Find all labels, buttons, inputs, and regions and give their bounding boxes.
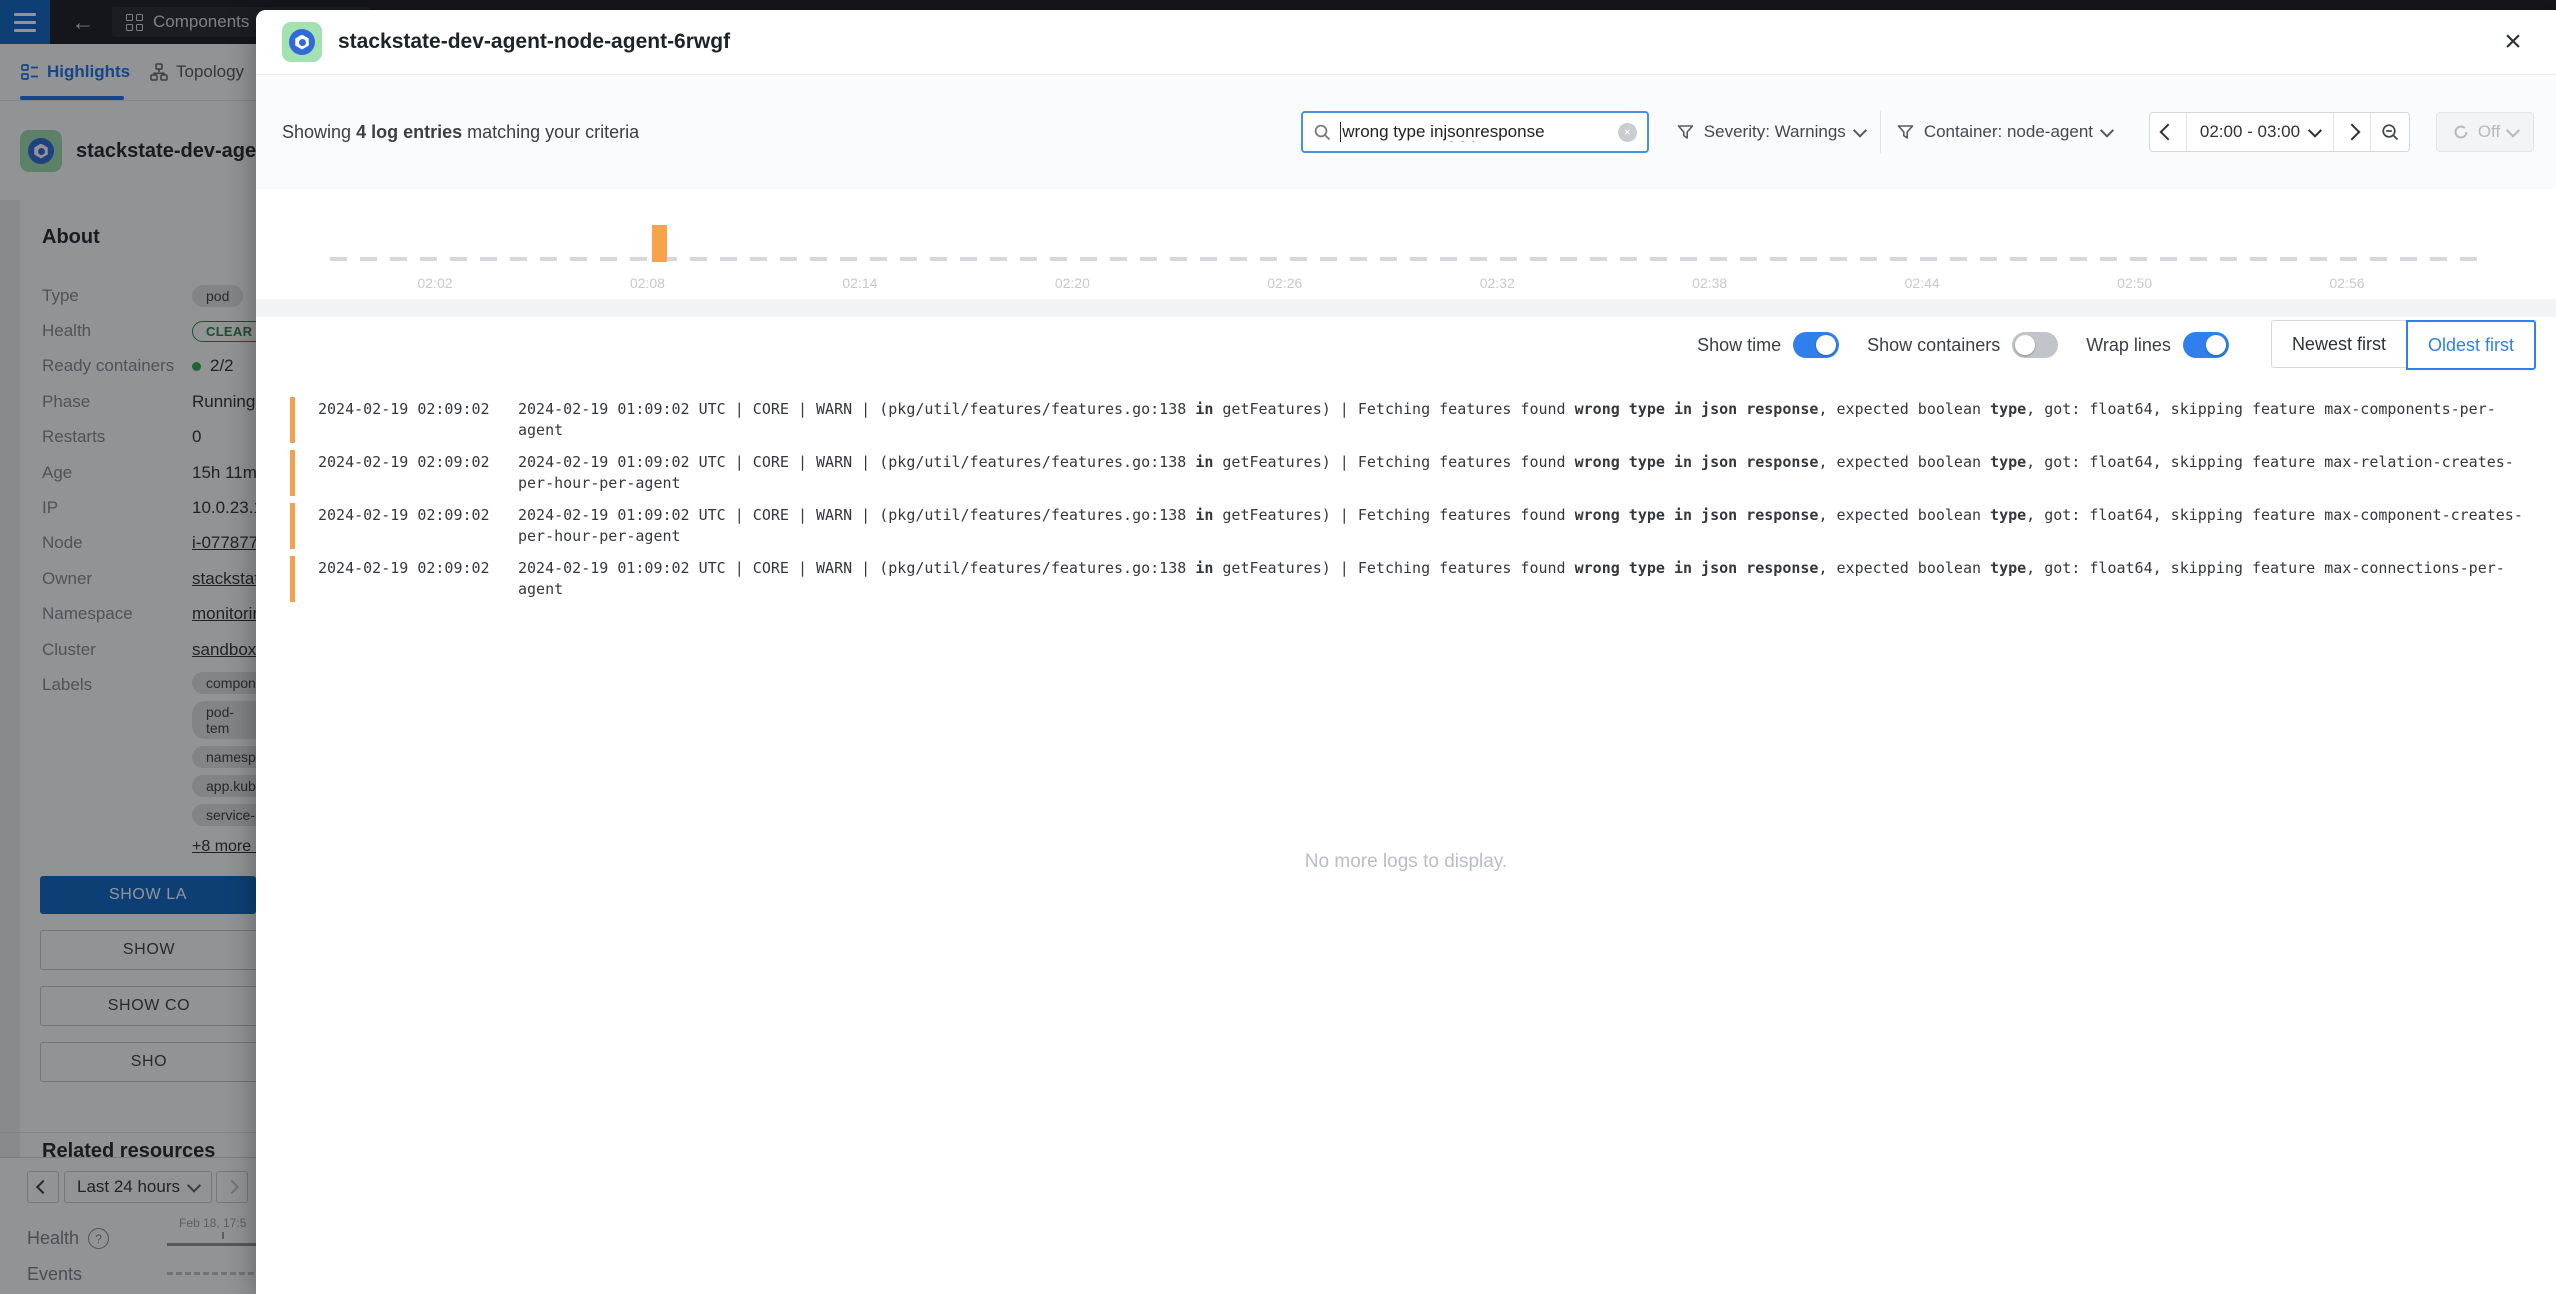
oldest-first-button[interactable]: Oldest first: [2406, 320, 2536, 370]
toggle-label: Wrap lines: [2086, 335, 2171, 356]
toggle-group: Show time Show containers Wrap lines: [1697, 332, 2257, 358]
log-entry[interactable]: 2024-02-19 02:09:02 2024-02-19 01:09:02 U…: [290, 556, 2556, 602]
severity-filter-label: Severity: Warnings: [1704, 122, 1846, 142]
zoom-out-time-button[interactable]: [2371, 113, 2409, 151]
timeline-tick-label: 02:38: [1692, 275, 1727, 291]
container-filter-label: Container: node-agent: [1924, 122, 2093, 142]
log-display-controls: Show time Show containers Wrap lines Newes…: [1697, 321, 2536, 369]
show-time-toggle[interactable]: [1793, 332, 1839, 358]
timeline-tick-label: 02:26: [1267, 275, 1302, 291]
toggle-row: Show containers: [1867, 332, 2058, 358]
logs-toolbar: Showing 4 log entries matching your crit…: [256, 75, 2556, 189]
timeline-tick-label: 02:08: [630, 275, 665, 291]
log-entry[interactable]: 2024-02-19 02:09:02 2024-02-19 01:09:02 U…: [290, 450, 2556, 496]
newest-first-button[interactable]: Newest first: [2271, 320, 2407, 368]
close-icon[interactable]: ×: [2496, 25, 2530, 59]
search-icon: [1313, 123, 1332, 142]
log-entry-timestamp: 2024-02-19 02:09:02: [318, 505, 490, 547]
section-gap: [256, 299, 2556, 317]
sort-order-buttons: Newest firstOldest first: [2271, 320, 2536, 370]
filter-funnel-icon: [1896, 123, 1915, 142]
show-containers-toggle[interactable]: [2012, 332, 2058, 358]
log-count: 4 log entries: [356, 122, 462, 142]
pod-type-icon: [282, 22, 322, 62]
timeline-tick-label: 02:50: [2117, 275, 2152, 291]
log-entry-message: 2024-02-19 01:09:02 UTC | CORE | WARN | …: [518, 399, 2528, 441]
auto-refresh-dropdown[interactable]: Off: [2436, 112, 2534, 152]
log-count-summary: Showing 4 log entries matching your crit…: [282, 122, 639, 143]
log-entry-timestamp: 2024-02-19 02:09:02: [318, 558, 490, 600]
refresh-state-label: Off: [2478, 122, 2500, 142]
clear-search-icon[interactable]: ×: [1618, 123, 1637, 142]
toggle-label: Show time: [1697, 335, 1781, 356]
log-entry-list: 2024-02-19 02:09:02 2024-02-19 01:09:02 U…: [290, 397, 2556, 609]
zoom-out-icon: [2380, 122, 2401, 143]
log-entry-timestamp: 2024-02-19 02:09:02: [318, 452, 490, 494]
log-entry-message: 2024-02-19 01:09:02 UTC | CORE | WARN | …: [518, 452, 2528, 494]
log-entry[interactable]: 2024-02-19 02:09:02 2024-02-19 01:09:02 U…: [290, 397, 2556, 443]
previous-hour-button[interactable]: [2150, 113, 2187, 151]
log-frequency-timeline[interactable]: 02:02 02:08 02:14 02:20 02:26 02:32 02:38 02:44…: [256, 189, 2556, 299]
search-input[interactable]: wrong type in json response ×: [1301, 111, 1649, 153]
pod-logs-modal: stackstate-dev-agent-node-agent-6rwgf × …: [256, 10, 2556, 1294]
refresh-icon: [2452, 123, 2470, 141]
log-count-bar[interactable]: [652, 225, 667, 262]
timeline-tick-label: 02:44: [1905, 275, 1940, 291]
toolbar-controls: wrong type in json response × Severity: …: [1301, 111, 2534, 153]
wrap-lines-toggle[interactable]: [2183, 332, 2229, 358]
toggle-row: Show time: [1697, 332, 1839, 358]
timeline-tick-label: 02:02: [417, 275, 452, 291]
toggle-label: Show containers: [1867, 335, 2000, 356]
next-hour-button[interactable]: [2334, 113, 2371, 151]
time-window-dropdown[interactable]: 02:00 - 03:00: [2187, 113, 2334, 151]
timeline-tick-label: 02:20: [1055, 275, 1090, 291]
log-entry-message: 2024-02-19 01:09:02 UTC | CORE | WARN | …: [518, 505, 2528, 547]
log-entry-timestamp: 2024-02-19 02:09:02: [318, 399, 490, 441]
timeline-tick-label: 02:56: [2330, 275, 2365, 291]
time-window-label: 02:00 - 03:00: [2200, 122, 2300, 142]
time-window-nav: 02:00 - 03:00: [2149, 112, 2410, 152]
logs-section: Show time Show containers Wrap lines Newes…: [256, 317, 2556, 1294]
modal-title: stackstate-dev-agent-node-agent-6rwgf: [338, 30, 730, 54]
filter-funnel-icon: [1676, 123, 1695, 142]
screen: ← Components Highlights: [0, 0, 2556, 1294]
modal-header: stackstate-dev-agent-node-agent-6rwgf ×: [256, 10, 2556, 75]
container-filter-dropdown[interactable]: Container: node-agent: [1881, 111, 2127, 153]
timeline-tick-label: 02:14: [842, 275, 877, 291]
toggle-row: Wrap lines: [2086, 332, 2229, 358]
search-value: wrong type in json response: [1340, 122, 1618, 142]
timeline-tick-label: 02:32: [1480, 275, 1515, 291]
severity-filter-dropdown[interactable]: Severity: Warnings: [1661, 111, 1880, 153]
log-entry-message: 2024-02-19 01:09:02 UTC | CORE | WARN | …: [518, 558, 2528, 600]
log-entry[interactable]: 2024-02-19 02:09:02 2024-02-19 01:09:02 U…: [290, 503, 2556, 549]
no-more-logs-message: No more logs to display.: [256, 851, 2556, 873]
